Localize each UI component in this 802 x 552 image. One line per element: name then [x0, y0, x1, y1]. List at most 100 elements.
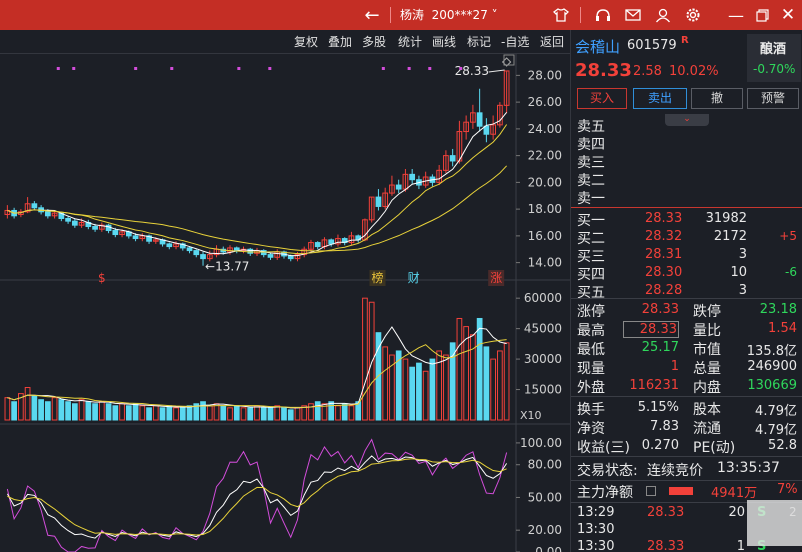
volume-bar [490, 358, 496, 421]
low-price-label: ←13.77 [205, 260, 249, 274]
volume-bar [31, 395, 38, 421]
buy-level-delta: +5 [779, 229, 797, 243]
volume-bar [98, 401, 105, 421]
volume-bar [58, 399, 65, 421]
price-axis-label: 26.00 [528, 95, 562, 109]
fund-value: 52.8 [768, 438, 797, 453]
list-icon[interactable] [646, 486, 656, 496]
fund-value: 4.79亿 [755, 423, 797, 438]
kline-chart[interactable]: 28.00 26.00 24.00 22.00 20.00 18.00 16.00 14.00… [0, 54, 570, 552]
volume-bar [119, 403, 125, 421]
stock-name[interactable]: 会稽山 [575, 36, 620, 57]
volume-bar [267, 407, 274, 421]
candle-body [247, 248, 254, 254]
buy-level-price: 28.31 [645, 247, 683, 262]
volume-bar [456, 317, 463, 421]
event-dot [459, 67, 463, 70]
volume-bar [368, 301, 375, 421]
cancel-order-button[interactable]: 撤 [691, 88, 743, 109]
buy-level-volume: 3 [738, 247, 747, 262]
fund-label: 收益(三) [577, 440, 630, 456]
kdj-k-line [6, 455, 508, 539]
candle-body [476, 112, 483, 127]
stat-label: 最高 [577, 323, 605, 339]
stat-label: 现量 [577, 361, 605, 377]
volume-unit-label: X10 [520, 409, 542, 422]
buy-level-label: 买四 [577, 267, 605, 283]
stat-value: 25.17 [641, 340, 679, 355]
shirt-icon[interactable] [550, 0, 572, 30]
sell-button[interactable]: 卖出 [633, 88, 687, 109]
price-axis-label: 18.00 [528, 202, 562, 216]
toolbar-multi-stock[interactable]: 多股 [362, 30, 386, 54]
user-name: 杨涛 [400, 8, 425, 22]
divider [571, 480, 802, 481]
volume-bar [179, 407, 186, 421]
volume-bar [71, 403, 78, 421]
fund-label: 净资 [577, 421, 605, 437]
separator [390, 7, 391, 23]
candle-body [267, 254, 274, 258]
volume-bar [274, 405, 281, 421]
toolbar-back[interactable]: 返回 [540, 30, 564, 54]
stat-label: 外盘 [577, 380, 605, 396]
candle-body [409, 173, 416, 181]
buy-button[interactable]: 买入 [577, 88, 627, 109]
buy-level-price: 28.28 [645, 283, 683, 298]
price-change-pct: 10.02% [669, 64, 719, 79]
volume-bar [287, 409, 294, 421]
volume-bar [159, 407, 166, 421]
event-dot [268, 67, 272, 70]
price-axis-label: 14.00 [528, 256, 562, 270]
stat-value: 246900 [747, 359, 797, 374]
toolbar-statistics[interactable]: 统计 [398, 30, 422, 54]
high-price-pointer [488, 69, 505, 73]
chart-marker: 涨 [490, 270, 502, 285]
chart-marker: $ [98, 271, 106, 285]
close-icon[interactable]: ✕ [776, 0, 800, 30]
candle-body [112, 230, 119, 236]
user-account[interactable]: 杨涛 200***27 ˅ [400, 0, 498, 30]
buy-level-volume: 3 [738, 283, 747, 298]
volume-bar [11, 401, 17, 421]
price-axis-label: 22.00 [528, 149, 562, 163]
volume-bar [429, 358, 436, 421]
volume-bar [382, 346, 389, 421]
volume-bar [24, 387, 31, 421]
capital-pct: 7% [777, 482, 798, 497]
buy-level-volume: 10 [730, 265, 747, 280]
volume-bar [92, 403, 98, 421]
collapse-chevron-icon[interactable]: ⌄ [665, 114, 709, 126]
arrow-left-icon[interactable]: ← [358, 0, 386, 30]
volume-bar [112, 405, 119, 421]
capital-label: 主力净额 [577, 485, 633, 501]
event-dot [170, 67, 174, 70]
stat-label: 内盘 [693, 380, 721, 396]
mail-icon[interactable] [622, 0, 644, 30]
alert-button[interactable]: 预警 [747, 88, 799, 109]
indicator-axis-label: 20.00 [528, 523, 562, 537]
toolbar-mark[interactable]: 标记 [467, 30, 491, 54]
user-icon[interactable] [652, 0, 674, 30]
title-bar: ← 杨涛 200***27 ˅ — ✕ [0, 0, 802, 30]
volume-bar [166, 405, 173, 421]
restore-icon[interactable] [750, 0, 774, 30]
toolbar-remove-watchlist[interactable]: -自选 [501, 30, 529, 54]
candle-body [287, 255, 294, 260]
candle-body [132, 235, 139, 240]
toolbar-overlay[interactable]: 叠加 [328, 30, 352, 54]
sector-box[interactable]: 酿酒 -0.70% [747, 34, 801, 82]
headset-icon[interactable] [592, 0, 614, 30]
toolbar-draw-line[interactable]: 画线 [432, 30, 456, 54]
stat-label: 总量 [693, 361, 721, 377]
toolbar-fuquan[interactable]: 复权 [294, 30, 318, 54]
divider [571, 456, 802, 457]
stat-value: 1 [670, 359, 679, 374]
volume-bar [449, 342, 456, 421]
minimize-icon[interactable]: — [724, 0, 748, 30]
volume-bar [308, 403, 314, 421]
volume-bar [497, 350, 503, 421]
gear-icon[interactable] [682, 0, 704, 30]
divider [571, 298, 802, 299]
candle-body [483, 125, 490, 135]
